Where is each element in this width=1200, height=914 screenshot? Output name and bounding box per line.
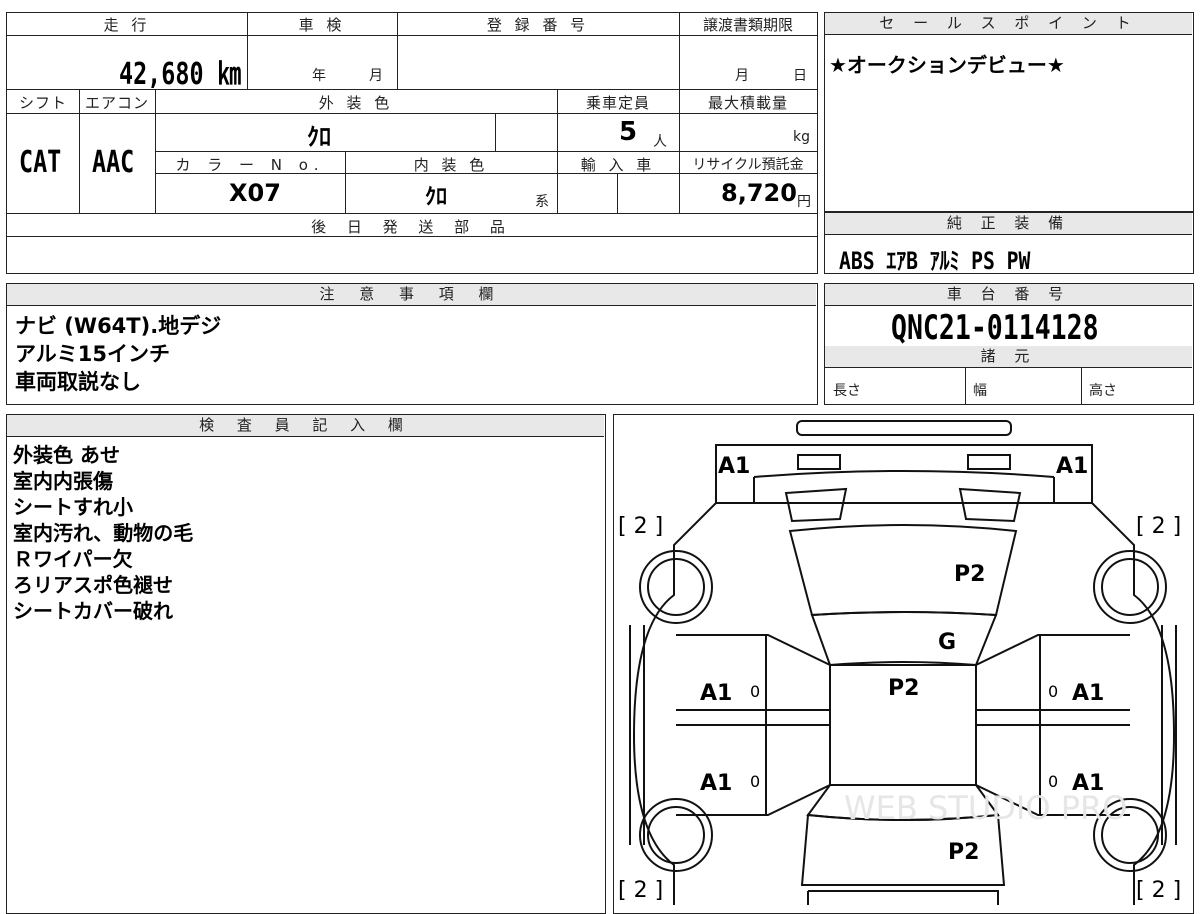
- interior-color-value: ｸﾛ: [425, 185, 448, 210]
- inspector-line-2: 室内内張傷: [13, 469, 113, 493]
- capacity-unit: 人: [653, 134, 667, 150]
- transfer-month: 月: [735, 68, 749, 84]
- sales-point-label: セ ー ル ス ポ イ ン ト: [825, 13, 1192, 35]
- recycle-fee-value: 8,720: [721, 179, 797, 207]
- later-parts-label: 後 日 発 送 部 品: [311, 218, 513, 236]
- recycle-label: リサイクル預託金: [692, 157, 804, 173]
- mark-front-left: A1: [718, 454, 750, 479]
- inspector-line-5: Ｒワイパー欠: [13, 547, 133, 571]
- registration-label: 登 録 番 号: [486, 16, 590, 34]
- mark-door-rl: A1: [700, 771, 732, 796]
- chassis-box: 車 台 番 号 QNC21-0114128 諸 元 長さ 幅 高さ: [824, 283, 1194, 405]
- mark-hood: P2: [954, 562, 985, 587]
- ac-label: エアコン: [84, 94, 149, 112]
- mark-trunk: P2: [948, 840, 979, 865]
- mark-zero-fl: 0: [750, 682, 760, 701]
- equipment-box: 純 正 装 備 ABS ｴｱB ｱﾙﾐ PS PW: [824, 212, 1194, 275]
- inspector-line-3: シートすれ小: [13, 495, 133, 519]
- import-label: 輸 入 車: [580, 156, 656, 174]
- mark-bracket-bl: [ 2 ]: [618, 878, 663, 903]
- mileage-value: 42,680 ㎞: [119, 57, 242, 92]
- mark-door-fr: A1: [1072, 681, 1104, 706]
- transfer-label: 譲渡書類期限: [702, 16, 793, 34]
- mark-front-right: A1: [1056, 454, 1088, 479]
- notes-line-1: ナビ (W64T).地デジ: [15, 314, 222, 338]
- mark-roof: P2: [888, 676, 919, 701]
- chassis-number: QNC21-0114128: [891, 308, 1099, 348]
- inspection-year: 年: [312, 68, 326, 84]
- shift-value: CAT: [19, 145, 62, 180]
- capacity-label: 乗車定員: [585, 94, 650, 112]
- car-diagram-box: A1 A1 [ 2 ] [ 2 ] [ 2 ] [ 2 ] P2 G P2 A1…: [613, 414, 1194, 914]
- mark-bracket-tr: [ 2 ]: [1136, 514, 1181, 539]
- equipment-text: ABS ｴｱB ｱﾙﾐ PS PW: [839, 247, 1031, 275]
- mark-door-fl: A1: [700, 681, 732, 706]
- color-no-label: カ ラ ー N o.: [175, 156, 325, 174]
- recycle-unit: 円: [797, 194, 811, 210]
- mark-bracket-br: [ 2 ]: [1136, 878, 1181, 903]
- color-no-value: X07: [229, 179, 281, 207]
- exterior-color-value: ｸﾛ: [307, 123, 331, 151]
- height-label: 高さ: [1089, 383, 1117, 399]
- inspector-box: 検 査 員 記 入 欄 外装色 あせ 室内内張傷 シートすれ小 室内汚れ、動物の…: [6, 414, 606, 914]
- car-diagram: A1 A1 [ 2 ] [ 2 ] [ 2 ] [ 2 ] P2 G P2 A1…: [618, 420, 1181, 905]
- vehicle-info-grid: 走 行 車 検 登 録 番 号 譲渡書類期限 42,680 ㎞ 年 月 月 日 …: [6, 12, 818, 274]
- specs-label: 諸 元: [825, 346, 1192, 368]
- interior-color-label: 内 装 色: [413, 156, 489, 174]
- mark-zero-rl: 0: [750, 772, 760, 791]
- interior-color-suffix: 系: [535, 194, 549, 210]
- notes-box: 注 意 事 項 欄 ナビ (W64T).地デジ アルミ15インチ 車両取説なし: [6, 283, 818, 405]
- ac-value: AAC: [92, 145, 135, 180]
- chassis-label: 車 台 番 号: [825, 284, 1192, 306]
- sales-point-text: ★オークションデビュー★: [829, 53, 1065, 77]
- mark-bracket-tl: [ 2 ]: [618, 514, 663, 539]
- max-load-unit: kg: [793, 129, 810, 145]
- inspector-line-6: ろリアスポ色褪せ: [13, 573, 173, 597]
- mileage-label: 走 行: [103, 16, 151, 34]
- sales-point-box: セ ー ル ス ポ イ ン ト ★オークションデビュー★: [824, 12, 1194, 212]
- capacity-value: 5: [619, 117, 638, 147]
- inspection-label: 車 検: [298, 16, 346, 34]
- shift-label: シフト: [18, 94, 67, 112]
- mark-windshield: G: [938, 630, 956, 655]
- inspector-label: 検 査 員 記 入 欄: [7, 415, 604, 437]
- watermark: WEB STUDIO PRO: [844, 789, 1127, 827]
- notes-line-3: 車両取説なし: [15, 370, 141, 394]
- length-label: 長さ: [833, 383, 861, 399]
- exterior-color-label: 外 装 色: [318, 94, 394, 112]
- transfer-day: 日: [793, 68, 807, 84]
- inspector-line-7: シートカバー破れ: [13, 599, 173, 623]
- width-label: 幅: [973, 383, 987, 399]
- notes-line-2: アルミ15インチ: [15, 342, 171, 366]
- inspector-line-1: 外装色 あせ: [13, 443, 120, 467]
- inspection-month: 月: [369, 68, 383, 84]
- notes-label: 注 意 事 項 欄: [7, 284, 816, 306]
- max-load-label: 最大積載量: [707, 94, 788, 112]
- mark-zero-fr: 0: [1048, 682, 1058, 701]
- equipment-label: 純 正 装 備: [825, 213, 1192, 235]
- inspector-line-4: 室内汚れ、動物の毛: [13, 521, 194, 545]
